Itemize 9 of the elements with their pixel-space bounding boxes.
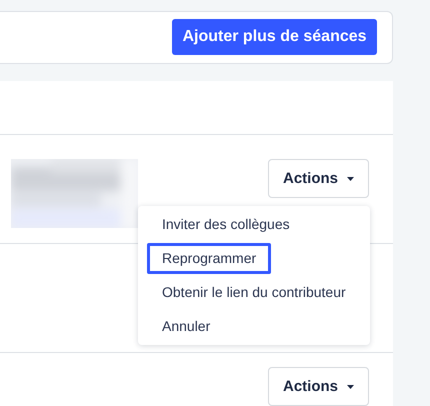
menu-item[interactable]: Annuler bbox=[147, 311, 226, 342]
actions-button[interactable]: Actions bbox=[268, 367, 369, 406]
menu-item[interactable]: Inviter des collègues bbox=[147, 209, 305, 240]
caret-icon bbox=[347, 176, 354, 180]
add-sessions-button[interactable]: Ajouter plus de séances bbox=[172, 19, 377, 55]
actions-button[interactable]: Actions bbox=[268, 159, 369, 198]
menu-item[interactable]: Obtenir le lien du contributeur bbox=[147, 277, 361, 308]
caret-icon bbox=[347, 384, 354, 388]
menu-item[interactable]: Reprogrammer bbox=[147, 243, 272, 274]
